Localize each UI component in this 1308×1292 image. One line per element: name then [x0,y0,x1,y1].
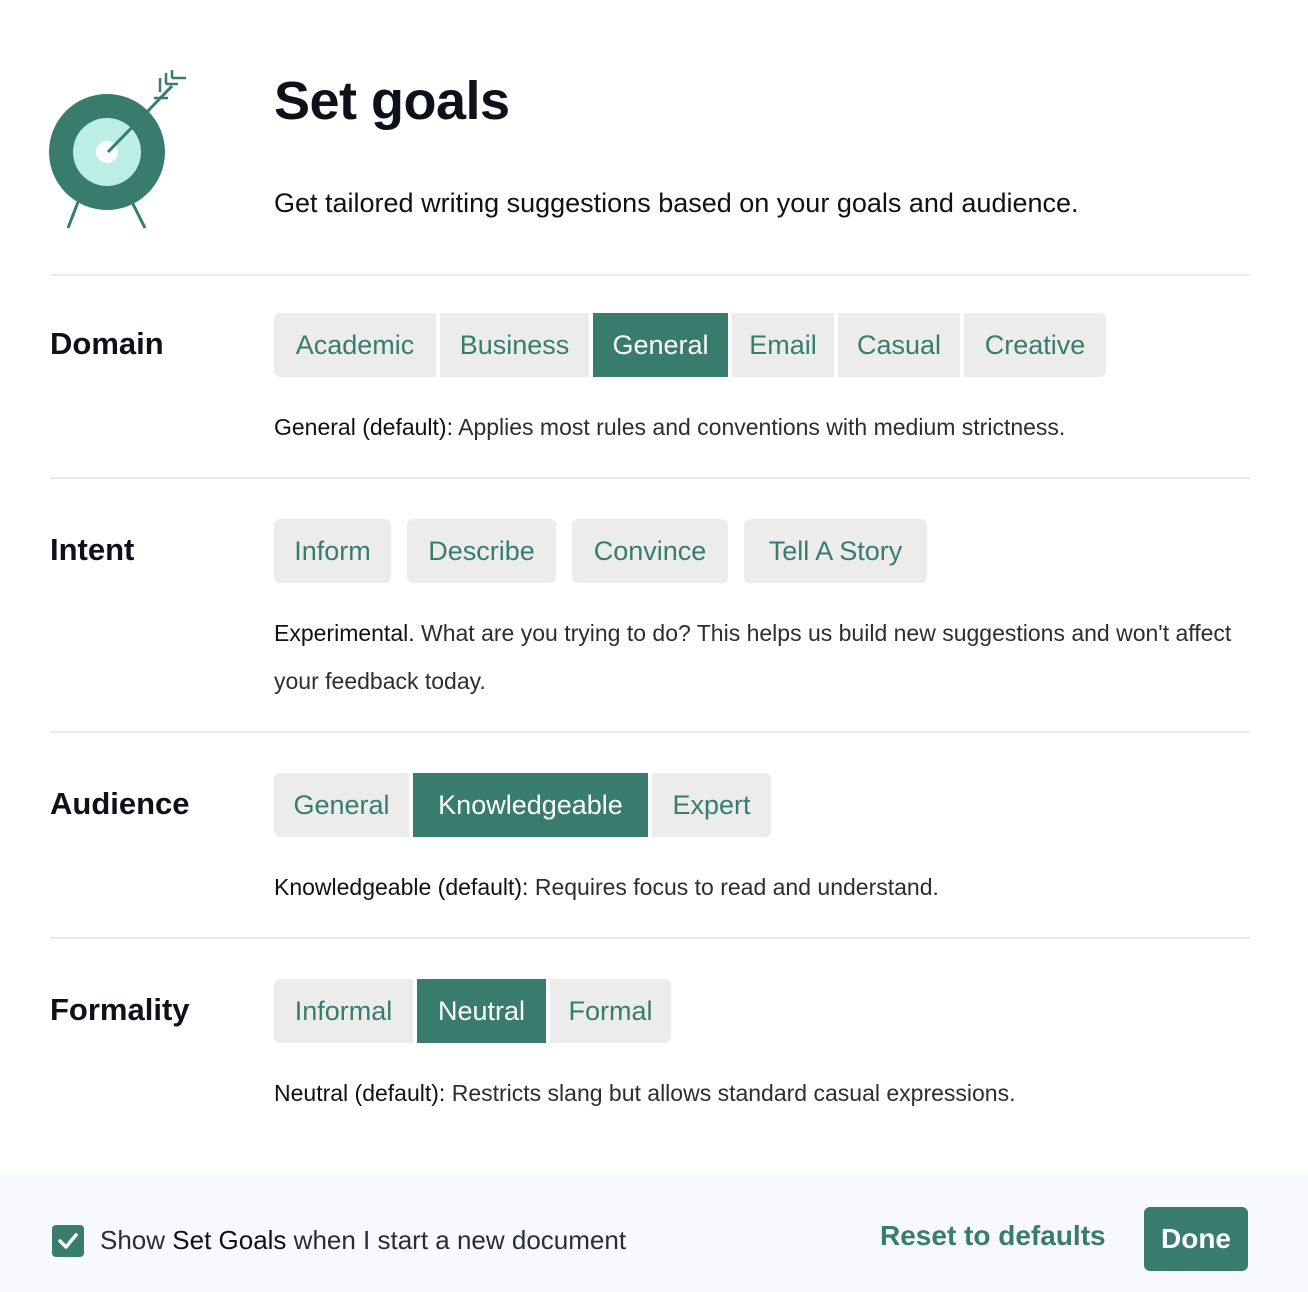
intent-selector: Inform Describe Convince Tell A Story [274,519,927,583]
domain-option-general[interactable]: General [593,313,728,377]
checkbox-label-strong: Set Goals [172,1225,287,1255]
domain-option-email[interactable]: Email [732,313,834,377]
checkbox-label-post: when I start a new document [286,1225,627,1255]
audience-selector: General Knowledgeable Expert [274,773,771,837]
checkmark-icon [58,1233,78,1249]
page-title: Set goals [274,71,510,131]
formality-description: Neutral (default): Restricts slang but a… [274,1069,1234,1117]
intent-description-strong: Experimental. [274,620,415,646]
domain-selector: Academic Business General Email Casual C… [274,313,1106,377]
domain-description: General (default): Applies most rules an… [274,403,1234,451]
audience-label: Audience [50,786,190,821]
intent-option-describe[interactable]: Describe [407,519,556,583]
domain-description-strong: General (default): [274,414,453,440]
domain-option-business[interactable]: Business [440,313,589,377]
domain-option-academic[interactable]: Academic [274,313,436,377]
show-set-goals-checkbox[interactable] [52,1225,84,1257]
domain-option-casual[interactable]: Casual [838,313,960,377]
audience-option-general[interactable]: General [274,773,409,837]
page-subtitle: Get tailored writing suggestions based o… [274,188,1079,218]
intent-description: Experimental. What are you trying to do?… [274,609,1234,705]
domain-description-text: Applies most rules and conventions with … [452,414,1066,440]
formality-description-text: Restricts slang but allows standard casu… [445,1080,1016,1106]
intent-option-tell-a-story[interactable]: Tell A Story [744,519,927,583]
reset-to-defaults-button[interactable]: Reset to defaults [880,1220,1106,1252]
audience-option-expert[interactable]: Expert [652,773,771,837]
target-arrow-icon [49,70,186,229]
divider [50,731,1250,733]
intent-description-text: What are you trying to do? This helps us… [274,620,1232,694]
formality-option-neutral[interactable]: Neutral [417,979,546,1043]
audience-option-knowledgeable[interactable]: Knowledgeable [413,773,648,837]
domain-label: Domain [50,326,164,361]
divider [50,477,1250,479]
intent-label: Intent [50,532,135,567]
audience-description-strong: Knowledgeable (default): [274,874,529,900]
formality-selector: Informal Neutral Formal [274,979,671,1043]
audience-description-text: Requires focus to read and understand. [528,874,939,900]
formality-description-strong: Neutral (default): [274,1080,446,1106]
formality-option-formal[interactable]: Formal [550,979,671,1043]
formality-label: Formality [50,992,190,1027]
done-button[interactable]: Done [1144,1207,1248,1271]
formality-option-informal[interactable]: Informal [274,979,413,1043]
intent-option-inform[interactable]: Inform [274,519,391,583]
dialog-header: Set goals Get tailored writing suggestio… [0,0,1308,276]
show-set-goals-label[interactable]: Show Set Goals when I start a new docume… [100,1225,626,1256]
audience-description: Knowledgeable (default): Requires focus … [274,863,1234,911]
divider [50,274,1250,276]
checkbox-label-pre: Show [100,1225,173,1255]
domain-option-creative[interactable]: Creative [964,313,1106,377]
intent-option-convince[interactable]: Convince [572,519,728,583]
divider [50,937,1250,939]
